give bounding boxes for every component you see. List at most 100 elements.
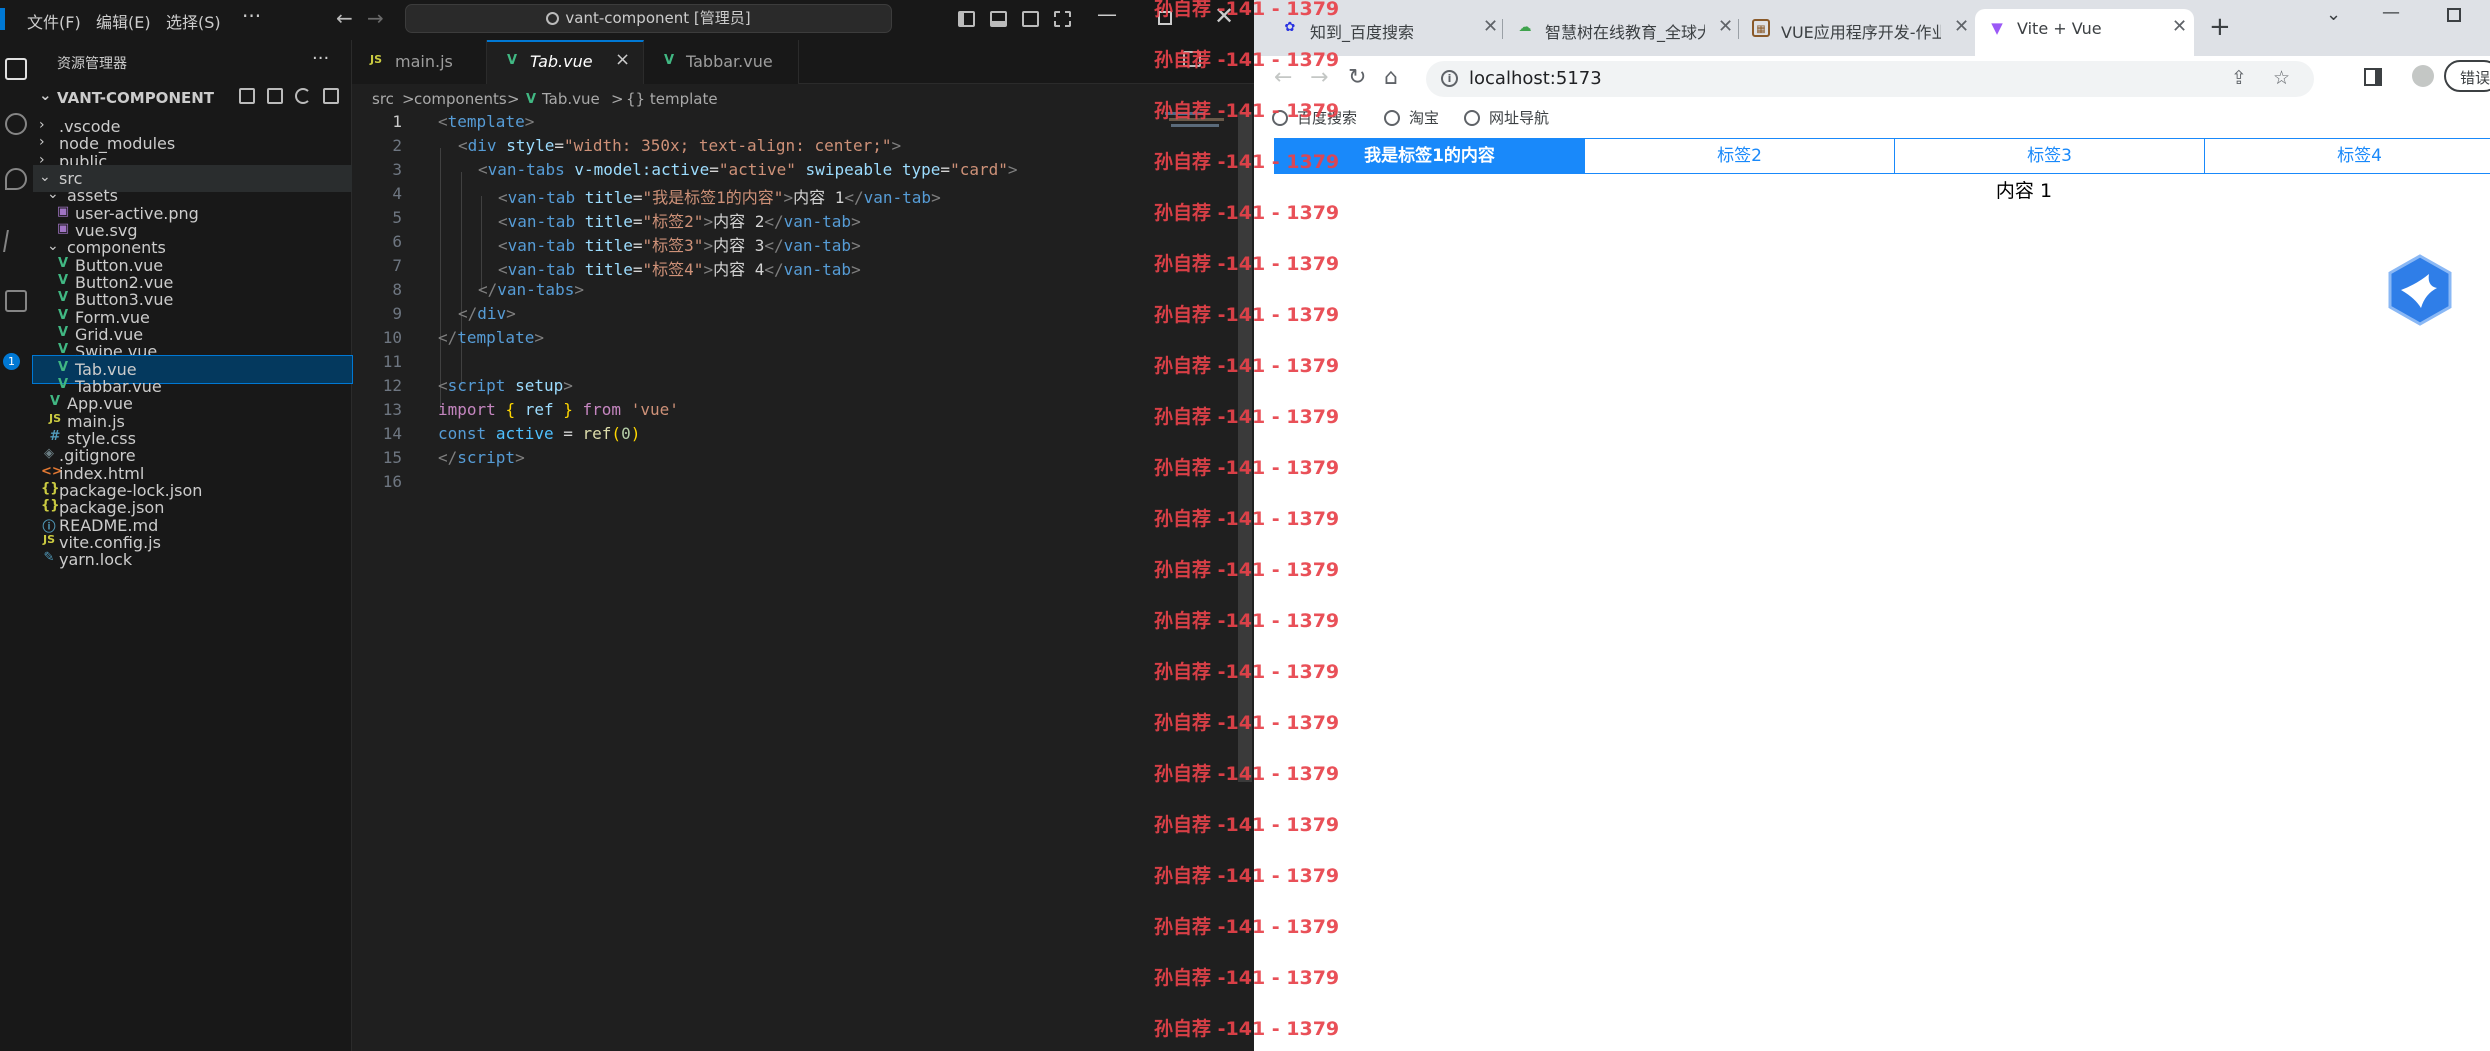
bird-logo-icon[interactable] (2387, 254, 2453, 326)
code-editor[interactable]: 1 2 3 4 5 6 7 8 9 10 11 12 13 14 15 16 <template> <div … (352, 112, 1232, 1051)
tab-content: 内容 1 (1995, 180, 2053, 202)
explorer-icon[interactable] (5, 58, 27, 80)
line-number: 10 (382, 328, 402, 347)
avatar[interactable] (2412, 65, 2434, 87)
close-tab-icon[interactable]: × (615, 49, 630, 70)
vue-file-icon: V (526, 92, 537, 107)
back-arrow-icon[interactable]: ← (336, 6, 353, 30)
toggle-secondary-sidebar-icon[interactable] (1022, 11, 1039, 27)
toggle-panel-icon[interactable] (990, 11, 1007, 27)
watermark-text: 孙自荐 -141 - 1379 (1154, 508, 1340, 530)
address-bar[interactable]: i localhost:5173 ⇪ ☆ (1426, 61, 2314, 97)
forward-arrow-icon[interactable]: → (367, 6, 384, 30)
tab-tabbar-vue[interactable]: V Tabbar.vue (644, 40, 799, 84)
indent-guide (461, 172, 462, 386)
editor-tab-bar: JS main.js V Tab.vue × V Tabbar.vue (352, 40, 1254, 84)
explorer-title: 资源管理器 (57, 56, 127, 72)
line-number: 12 (382, 376, 402, 395)
tree-item[interactable]: ✎ yarn.lock (33, 546, 352, 573)
menu-file[interactable]: 文件(F) (27, 9, 81, 33)
browser-tab-label: 智慧树在线教育_全球大 (1545, 23, 1705, 42)
bookmark-star-icon[interactable]: ☆ (2273, 67, 2290, 89)
minimize-icon[interactable]: — (1097, 2, 1117, 26)
toggle-sidebar-icon[interactable] (958, 11, 975, 27)
close-tab-icon[interactable]: ✕ (2172, 16, 2187, 37)
browser-tab-label: Vite + Vue (2017, 19, 2102, 38)
watermark-text: 孙自荐 -141 - 1379 (1154, 0, 1340, 20)
bookmark-web-nav[interactable]: 网址导航 (1464, 107, 1549, 128)
watermark-text: 孙自荐 -141 - 1379 (1154, 202, 1340, 224)
command-center[interactable]: vant-component [管理员] (405, 4, 892, 33)
run-debug-icon[interactable] (3, 230, 29, 252)
browser-tab-vite-vue[interactable]: ▼ Vite + Vue ✕ (1975, 9, 2194, 56)
extensions-icon[interactable] (5, 290, 27, 312)
customize-layout-icon[interactable] (1054, 11, 1071, 27)
tab-label: Tab.vue (530, 52, 593, 71)
share-icon[interactable]: ⇪ (2231, 67, 2247, 89)
line-number: 2 (392, 136, 402, 155)
vscode-window: 文件(F) 编辑(E) 选择(S) ··· ← → vant-component… (0, 0, 1254, 1051)
browser-tab-label: 知到_百度搜索 (1310, 23, 1415, 42)
tab-tab-vue[interactable]: V Tab.vue × (487, 40, 644, 84)
maximize-icon[interactable] (2447, 8, 2461, 22)
bookmark-taobao[interactable]: 淘宝 (1384, 107, 1439, 128)
activity-bar: 1 (0, 40, 33, 1051)
browser-tab-vue-homework[interactable]: ▦ VUE应用程序开发-作业 ✕ (1739, 9, 1975, 48)
new-folder-icon[interactable] (267, 88, 283, 104)
code-line-9: </div> (458, 304, 516, 323)
chevron-down-icon: ⌄ (39, 86, 52, 104)
explorer-more-icon[interactable]: ··· (312, 48, 329, 69)
breadcrumb-components[interactable]: components (414, 90, 507, 108)
home-icon[interactable]: ⌂ (1384, 65, 1398, 90)
close-tab-icon[interactable]: ✕ (1483, 16, 1498, 37)
refresh-icon[interactable] (295, 88, 311, 104)
new-file-icon[interactable] (239, 88, 255, 104)
browser-tab-strip: ✿ 知到_百度搜索 ✕ ☁ 智慧树在线教育_全球大 ✕ ▦ VUE应用程序开发-… (1254, 0, 2490, 56)
site-info-icon[interactable]: i (1441, 70, 1458, 87)
code-line-12: <script setup> (438, 376, 573, 395)
zhihuishu-icon: ☁ (1518, 20, 1532, 35)
watermark-text: 孙自荐 -141 - 1379 (1154, 763, 1340, 785)
workspace-root-label: VANT-COMPONENT (57, 89, 215, 107)
watermark-text: 孙自荐 -141 - 1379 (1154, 712, 1340, 734)
menu-selection[interactable]: 选择(S) (166, 9, 221, 33)
tab-label: main.js (395, 52, 453, 71)
code-line-5: <van-tab title="标签2">内容 2</van-tab> (498, 212, 861, 231)
menu-edit[interactable]: 编辑(E) (96, 9, 151, 33)
search-view-icon[interactable] (5, 113, 27, 135)
van-tab-4[interactable]: 标签4 (2205, 139, 2490, 173)
side-panel-icon[interactable] (2364, 68, 2382, 86)
tab-label: Tabbar.vue (686, 52, 773, 71)
explorer-sidebar: 资源管理器 ··· ⌄ VANT-COMPONENT › .vscode › node… (32, 40, 353, 1051)
indent-guide (481, 196, 482, 292)
close-tab-icon[interactable]: ✕ (1954, 16, 1969, 37)
close-tab-icon[interactable]: ✕ (1718, 16, 1733, 37)
watermark-text: 孙自荐 -141 - 1379 (1154, 406, 1340, 428)
breadcrumb-sep: > (507, 90, 520, 108)
code-line-7: <van-tab title="标签4">内容 4</van-tab> (498, 260, 861, 279)
browser-tab-zhihuishu[interactable]: ☁ 智慧树在线教育_全球大 ✕ (1503, 9, 1739, 48)
menu-more[interactable]: ··· (242, 4, 261, 28)
van-tab-3[interactable]: 标签3 (1895, 139, 2205, 173)
collapse-all-icon[interactable] (323, 88, 339, 104)
breadcrumb-file[interactable]: Tab.vue (542, 90, 600, 108)
breadcrumb-symbol[interactable]: {} template (626, 90, 718, 108)
code-line-10: </template> (438, 328, 544, 347)
error-button[interactable]: 错误 (2444, 60, 2490, 92)
tab-search-icon[interactable]: ⌄ (2326, 4, 2341, 25)
line-number: 11 (382, 352, 402, 371)
reload-icon[interactable]: ↻ (1348, 65, 1366, 90)
bookmark-label: 淘宝 (1409, 109, 1440, 127)
js-file-icon: JS (48, 411, 61, 425)
breadcrumb-src[interactable]: src (372, 90, 394, 108)
indent-guide (440, 148, 441, 410)
line-number: 15 (382, 448, 402, 467)
source-control-icon[interactable] (5, 168, 27, 190)
js-file-icon: JS (42, 532, 55, 546)
new-tab-button[interactable]: + (2209, 12, 2231, 42)
vue-file-icon: V (664, 53, 675, 68)
tab-main-js[interactable]: JS main.js (352, 40, 487, 84)
minimize-icon[interactable]: — (2382, 2, 2400, 23)
watermark-text: 孙自荐 -141 - 1379 (1154, 814, 1340, 836)
van-tab-2[interactable]: 标签2 (1585, 139, 1895, 173)
